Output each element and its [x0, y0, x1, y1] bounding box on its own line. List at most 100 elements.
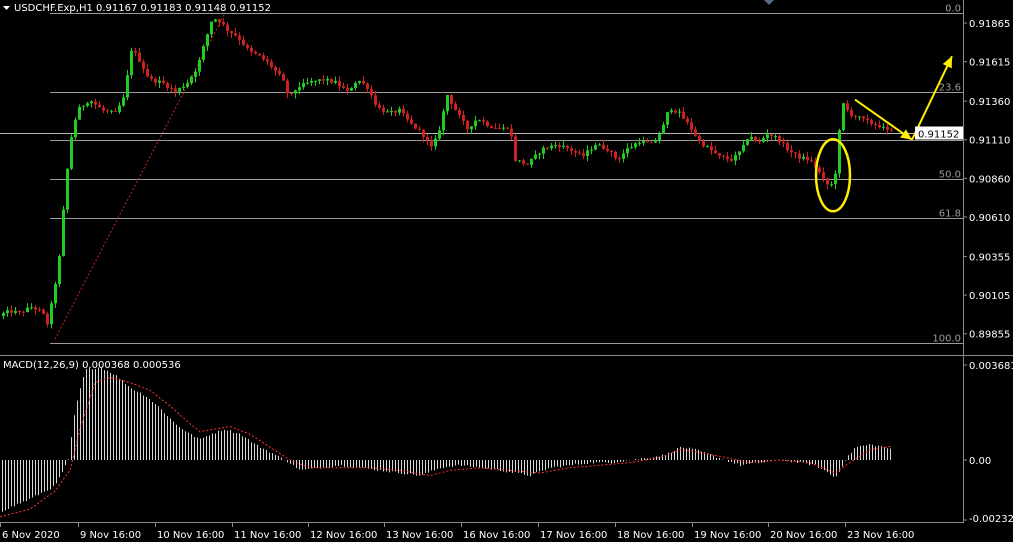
candle-body-49	[198, 59, 201, 72]
candle-body-77	[310, 80, 313, 83]
candle-body-139	[558, 145, 561, 147]
candle-body-110	[442, 111, 445, 131]
candle-body-86	[346, 87, 349, 91]
candle-body-38	[154, 78, 157, 83]
candle-body-212	[850, 110, 853, 116]
candle-body-210	[842, 103, 845, 131]
candle-body-76	[306, 82, 309, 84]
candle-body-171	[686, 118, 689, 123]
candle-body-100	[402, 108, 405, 114]
candle-body-72	[290, 93, 293, 95]
candle-body-175	[702, 140, 705, 147]
candle-body-204	[818, 167, 821, 173]
time-tick-label-0: 6 Nov 2020	[2, 530, 60, 541]
candle-body-90	[362, 81, 365, 84]
candle-body-82	[330, 78, 333, 83]
candle-body-22	[90, 101, 93, 104]
candle-body-28	[114, 110, 117, 112]
candle-body-73	[294, 90, 297, 94]
time-axis: 6 Nov 2020 9 Nov 16:00 10 Nov 16:00 11 Nov …	[0, 522, 914, 541]
candle-body-209	[838, 130, 841, 174]
candle-body-181	[726, 156, 729, 159]
candle-body-144	[578, 152, 581, 154]
time-tick-label-6: 16 Nov 16:00	[463, 530, 530, 541]
candle-body-92	[370, 88, 373, 96]
window-grip-icon[interactable]	[764, 0, 774, 5]
time-tick-label-1: 9 Nov 16:00	[80, 530, 141, 541]
candle-body-12	[50, 303, 53, 325]
candle-body-74	[298, 87, 301, 91]
macd-tick-label-1: 0.00	[969, 456, 991, 467]
candle-body-99	[398, 108, 401, 113]
candle-body-51	[206, 34, 209, 47]
candle-body-163	[654, 140, 657, 143]
candle-body-145	[582, 153, 585, 157]
candle-body-16	[66, 168, 69, 210]
candle-body-135	[542, 147, 545, 154]
price-tick-label-0: 0.91865	[969, 19, 1010, 30]
candle-body-113	[454, 103, 457, 111]
candle-body-37	[150, 76, 153, 79]
time-tick-label-8: 18 Nov 16:00	[617, 530, 684, 541]
candle-body-79	[318, 79, 321, 81]
candle-body-39	[158, 80, 161, 83]
candle-body-187	[750, 136, 753, 140]
candle-body-97	[390, 110, 393, 112]
fib-label-0: 0.0	[945, 4, 961, 15]
candle-body-202	[810, 160, 813, 162]
candle-body-131	[526, 163, 529, 165]
price-tick-label-5: 0.90610	[969, 213, 1010, 224]
candle-body-34	[138, 52, 141, 62]
candle-body-176	[706, 146, 709, 148]
candle-body-111	[446, 95, 449, 112]
candle-body-41	[166, 82, 169, 89]
candle-body-179	[718, 153, 721, 156]
price-tick-label-7: 0.90105	[969, 291, 1010, 302]
candle-body-183	[734, 155, 737, 161]
candle-body-55	[222, 22, 225, 25]
candle-body-14	[58, 255, 61, 285]
candle-body-44	[178, 88, 181, 92]
candle-body-136	[546, 147, 549, 149]
candle-body-58	[234, 33, 237, 36]
collapse-triangle-icon[interactable]	[3, 6, 10, 10]
candle-body-94	[378, 104, 381, 108]
candle-body-149	[598, 144, 601, 146]
candle-body-169	[678, 111, 681, 113]
candle-body-194	[778, 136, 781, 143]
candle-body-11	[46, 313, 49, 325]
candle-body-138	[554, 145, 557, 147]
candle-body-19	[78, 106, 81, 120]
candle-body-178	[714, 150, 717, 154]
candle-body-25	[102, 107, 105, 111]
candle-body-57	[230, 31, 233, 34]
candle-body-87	[350, 87, 353, 91]
candle-body-45	[182, 86, 185, 89]
candle-body-21	[86, 103, 89, 106]
candle-body-137	[550, 145, 553, 149]
candle-body-61	[246, 44, 249, 48]
candle-body-214	[858, 116, 861, 118]
candle-body-180	[722, 155, 725, 157]
candle-body-186	[746, 139, 749, 145]
candle-body-153	[614, 151, 617, 159]
candle-body-121	[486, 121, 489, 127]
candle-body-95	[382, 107, 385, 112]
candle-body-40	[162, 80, 165, 83]
candle-body-141	[566, 145, 569, 149]
candle-body-0	[2, 313, 5, 316]
candle-body-123	[494, 127, 497, 129]
macd-axis: 0.003681 0.00 -0.002322	[963, 361, 1013, 525]
price-tick-label-8: 0.89855	[969, 330, 1010, 341]
candle-body-177	[710, 146, 713, 151]
candle-body-132	[530, 158, 533, 165]
candle-body-128	[514, 136, 517, 161]
candle-body-172	[690, 122, 693, 130]
candle-body-24	[98, 104, 101, 108]
candle-body-83	[334, 80, 337, 83]
candle-body-133	[534, 154, 537, 159]
candle-body-109	[438, 130, 441, 139]
candle-body-165	[662, 124, 665, 135]
candle-body-198	[794, 152, 797, 154]
candle-body-119	[478, 120, 481, 122]
